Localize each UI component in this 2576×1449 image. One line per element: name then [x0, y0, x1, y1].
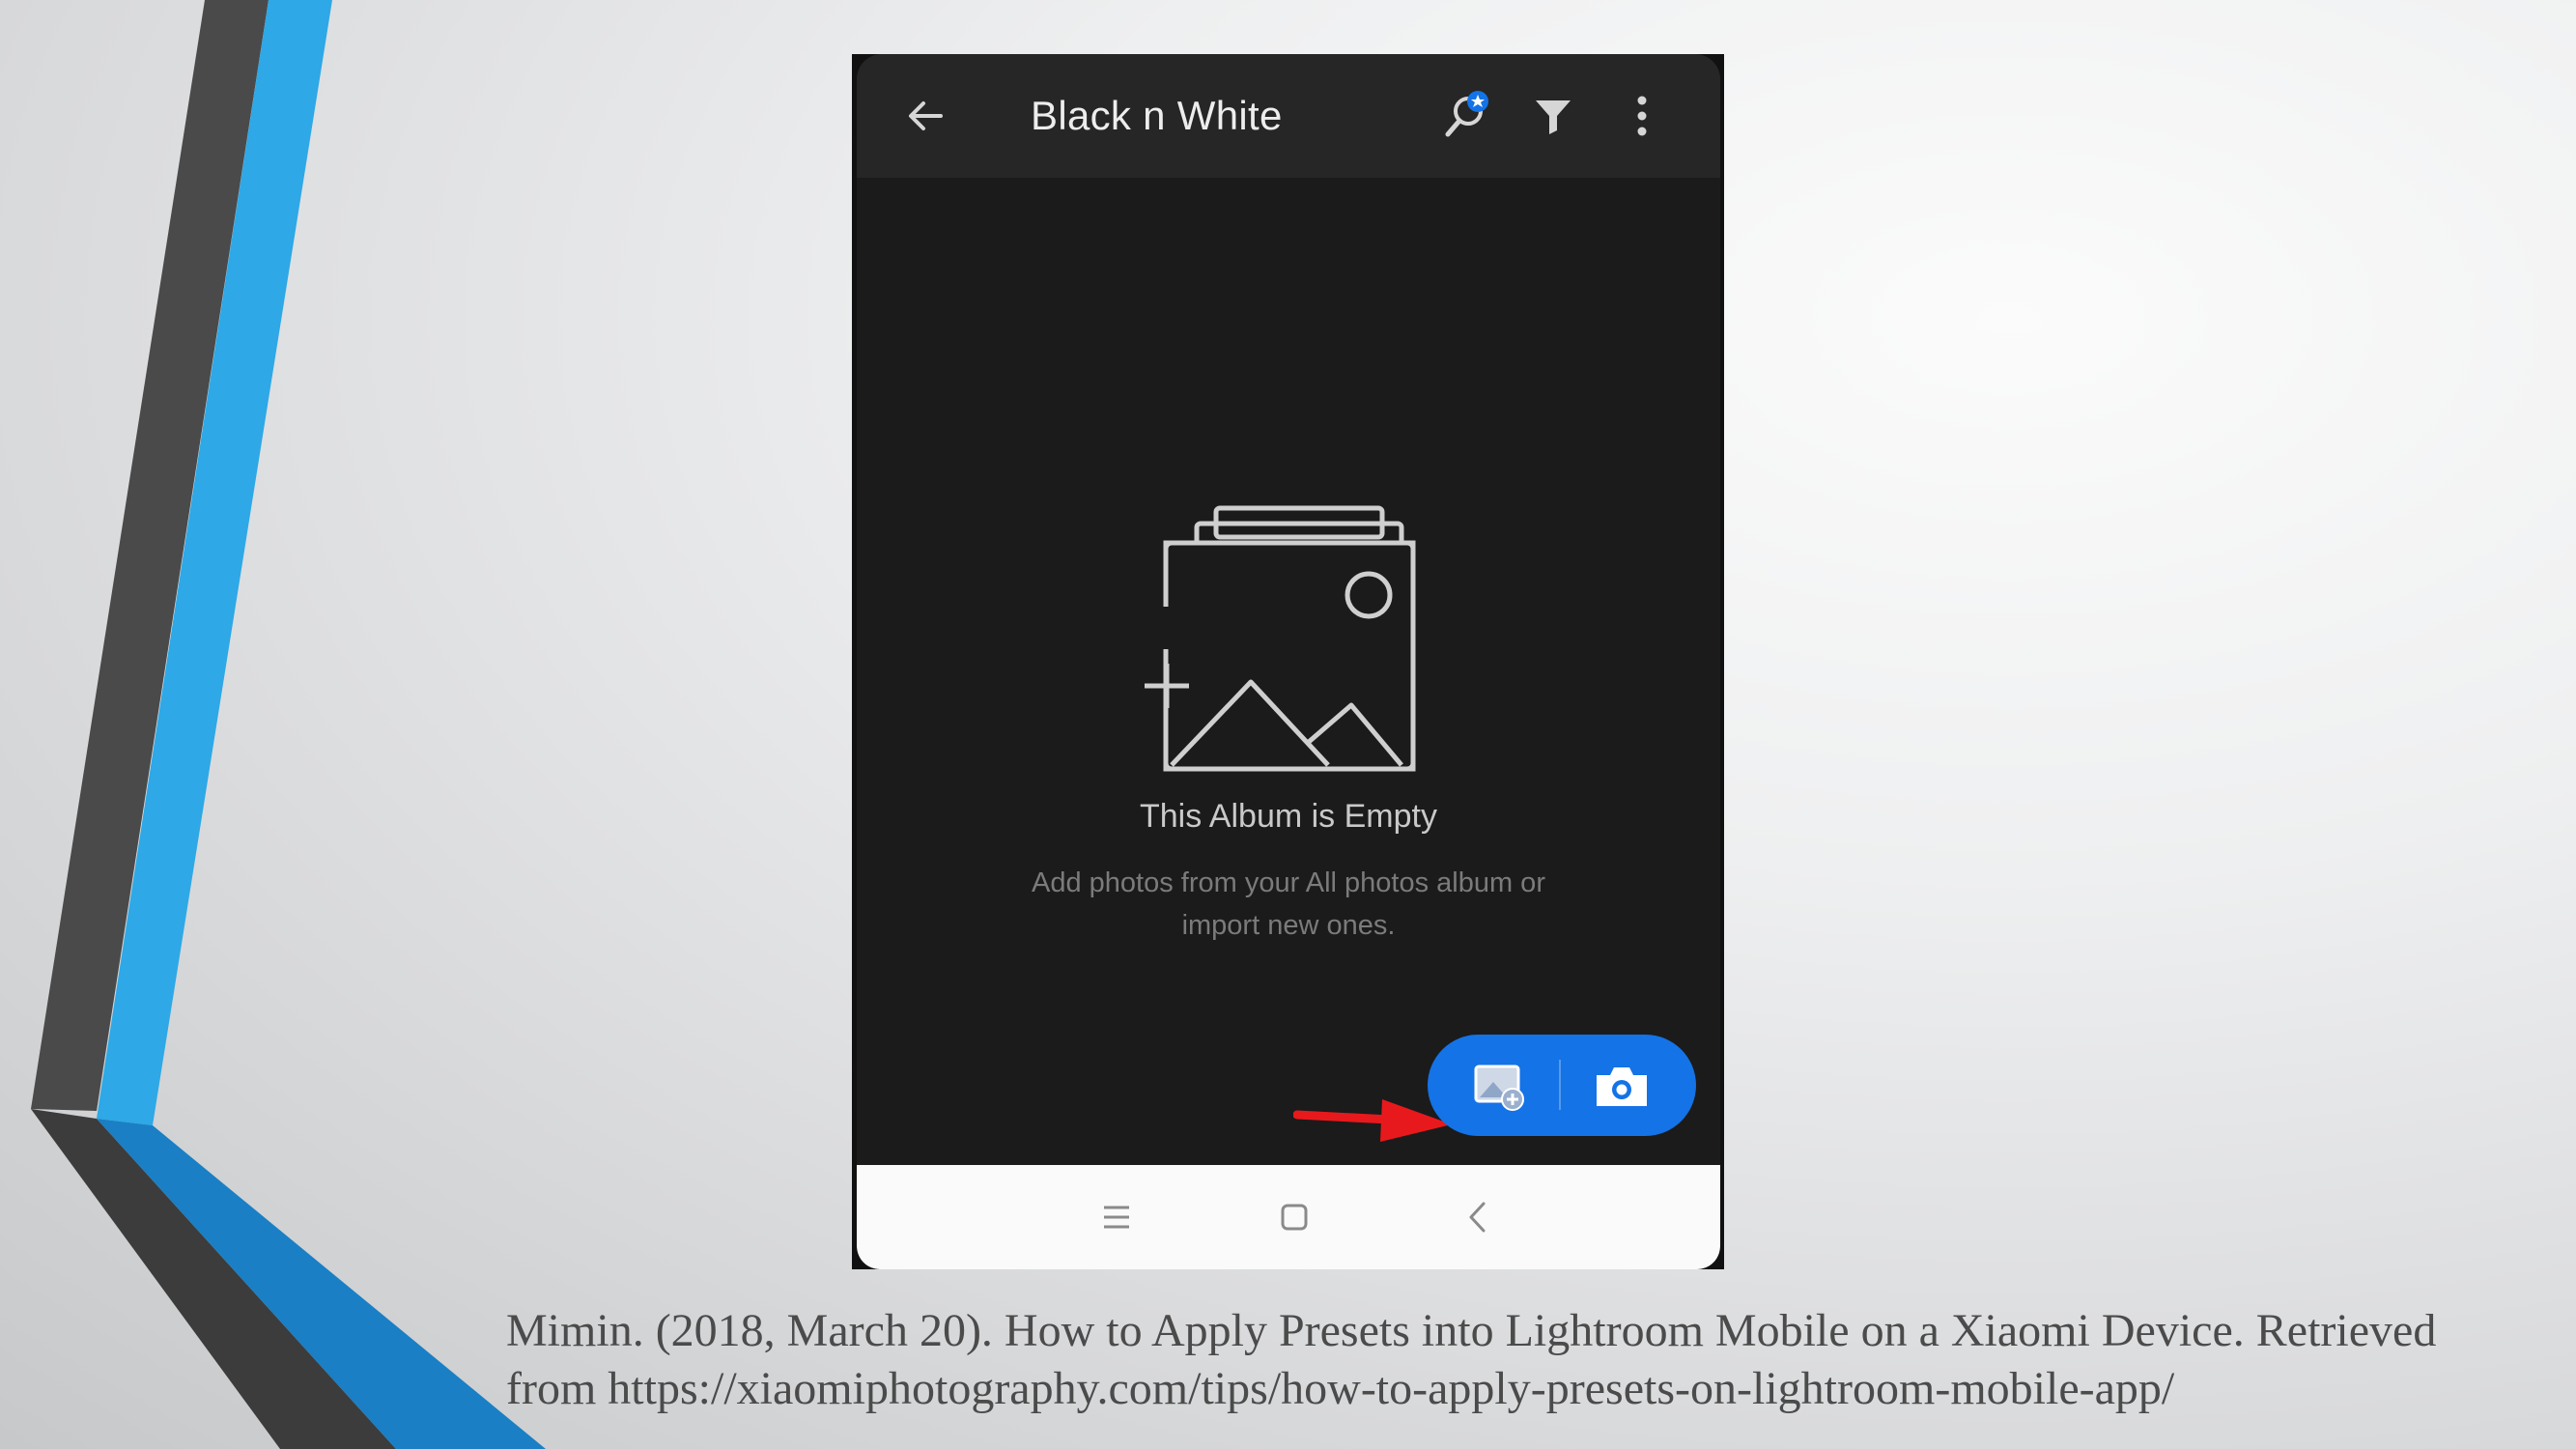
empty-state-subtitle-line1: Add photos from your All photos album or: [1032, 867, 1545, 898]
empty-state-title: This Album is Empty: [1140, 798, 1437, 835]
fab-divider: [1559, 1060, 1561, 1110]
add-photos-icon: [1474, 1065, 1524, 1111]
search-people-button[interactable]: [1433, 54, 1501, 178]
camera-icon: [1597, 1066, 1647, 1106]
phone-screen: Black n White This Album is Empty Add ph…: [857, 54, 1720, 1269]
home-square-icon: [1281, 1204, 1308, 1231]
add-photos-illustration-icon: [1145, 505, 1416, 772]
system-navigation-bar: [857, 1165, 1720, 1269]
add-photos-button[interactable]: [1449, 1035, 1555, 1136]
arrow-left-icon: [909, 101, 943, 130]
empty-state-subtitle: Add photos from your All photos album or…: [973, 862, 1604, 947]
phone-screenshot: Black n White This Album is Empty Add ph…: [852, 54, 1724, 1269]
import-fab: [1428, 1035, 1696, 1136]
filter-button[interactable]: [1519, 54, 1587, 178]
menu-lines-icon: [1104, 1206, 1129, 1229]
source-citation: Mimin. (2018, March 20). How to Apply Pr…: [506, 1302, 2554, 1418]
filter-icon: [1536, 100, 1571, 134]
album-title: Black n White: [1031, 93, 1283, 138]
dark-wedge: [31, 1109, 396, 1449]
more-vert-icon: [1637, 96, 1647, 136]
more-options-button[interactable]: [1618, 54, 1666, 178]
search-people-icon: [1445, 91, 1488, 137]
home-button[interactable]: [1256, 1165, 1333, 1269]
citation-line1: Mimin. (2018, March 20). How to Apply Pr…: [506, 1305, 2437, 1356]
citation-line2: from https://xiaomiphotography.com/tips/…: [506, 1363, 2175, 1414]
back-button[interactable]: [892, 54, 959, 178]
camera-button[interactable]: [1569, 1035, 1675, 1136]
back-chevron-icon: [1469, 1202, 1486, 1233]
recents-button[interactable]: [1078, 1165, 1155, 1269]
app-bar: Black n White: [857, 54, 1720, 178]
system-back-button[interactable]: [1438, 1165, 1515, 1269]
empty-state-subtitle-line2: import new ones.: [1181, 910, 1396, 941]
